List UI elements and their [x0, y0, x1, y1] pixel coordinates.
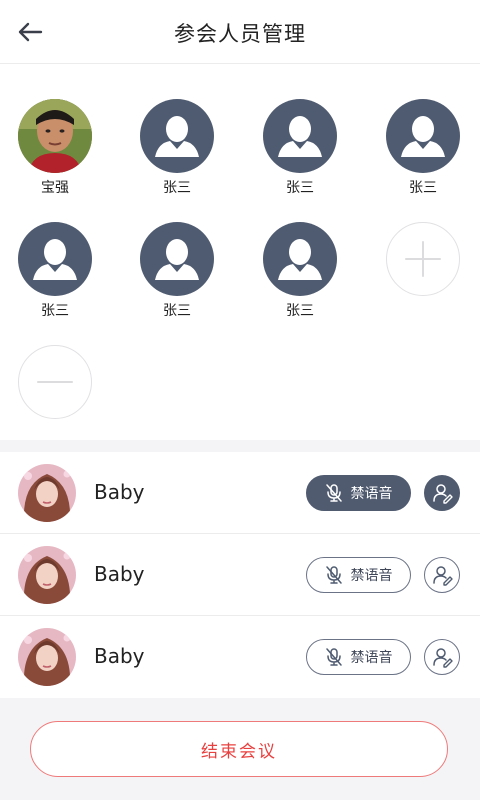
header-bar: 参会人员管理 — [0, 0, 480, 64]
remove-participant-button[interactable] — [18, 345, 92, 419]
end-meeting-button[interactable]: 结束会议 — [30, 721, 448, 777]
minus-icon — [37, 381, 73, 383]
member-name: Baby — [94, 644, 145, 668]
participant-grid: 宝强 张三 张三 张三 张三 张三 张三 — [0, 64, 480, 440]
avatar — [263, 222, 337, 296]
mute-voice-button[interactable]: 禁语音 — [306, 475, 411, 511]
participant-tile[interactable]: 张三 — [250, 99, 350, 197]
list-item: Baby 禁语音 — [0, 534, 480, 616]
participant-tile[interactable]: 宝强 — [5, 99, 105, 197]
list-item: Baby 禁语音 — [0, 452, 480, 534]
plus-icon — [405, 241, 441, 277]
default-user-icon — [278, 239, 322, 280]
participant-name: 张三 — [163, 303, 191, 319]
default-user-icon — [401, 116, 445, 157]
remove-participant-tile — [5, 345, 105, 419]
participant-tile[interactable]: 张三 — [5, 222, 105, 320]
microphone-off-icon — [325, 566, 342, 584]
participant-name: 张三 — [409, 180, 437, 196]
mute-voice-label: 禁语音 — [350, 486, 393, 502]
user-settings-button[interactable] — [424, 639, 460, 675]
participant-tile[interactable]: 张三 — [127, 99, 227, 197]
person-photo-icon — [18, 546, 76, 604]
mute-voice-label: 禁语音 — [350, 568, 393, 584]
default-user-icon — [278, 116, 322, 157]
page-title: 参会人员管理 — [174, 22, 306, 46]
avatar — [18, 99, 92, 173]
add-participant-tile — [373, 222, 473, 296]
user-edit-icon — [433, 566, 453, 586]
participant-name: 张三 — [286, 303, 314, 319]
mute-voice-button[interactable]: 禁语音 — [306, 557, 411, 593]
avatar — [263, 99, 337, 173]
member-list: Baby 禁语音 Baby 禁语音 Baby 禁语音 — [0, 452, 480, 698]
microphone-off-icon — [325, 648, 342, 666]
default-user-icon — [33, 239, 77, 280]
list-item: Baby 禁语音 — [0, 616, 480, 698]
avatar — [140, 222, 214, 296]
participant-name: 宝强 — [41, 180, 69, 196]
participant-name: 张三 — [286, 180, 314, 196]
mute-voice-label: 禁语音 — [350, 650, 393, 666]
footer-bar: 结束会议 — [0, 700, 480, 800]
person-photo-icon — [18, 628, 76, 686]
avatar — [386, 99, 460, 173]
avatar — [18, 628, 76, 686]
user-settings-button[interactable] — [424, 557, 460, 593]
user-edit-icon — [433, 484, 453, 504]
default-user-icon — [155, 239, 199, 280]
avatar — [18, 464, 76, 522]
participant-tile[interactable]: 张三 — [373, 99, 473, 197]
avatar — [18, 546, 76, 604]
participant-tile[interactable]: 张三 — [250, 222, 350, 320]
participant-name: 张三 — [41, 303, 69, 319]
default-user-icon — [155, 116, 199, 157]
mute-voice-button[interactable]: 禁语音 — [306, 639, 411, 675]
add-participant-button[interactable] — [386, 222, 460, 296]
person-photo-icon — [18, 99, 92, 173]
participant-tile[interactable]: 张三 — [127, 222, 227, 320]
avatar — [140, 99, 214, 173]
user-edit-icon — [433, 648, 453, 668]
participant-name: 张三 — [163, 180, 191, 196]
person-photo-icon — [18, 464, 76, 522]
user-settings-button[interactable] — [424, 475, 460, 511]
avatar — [18, 222, 92, 296]
member-name: Baby — [94, 480, 145, 504]
member-name: Baby — [94, 562, 145, 586]
microphone-off-icon — [325, 484, 342, 502]
